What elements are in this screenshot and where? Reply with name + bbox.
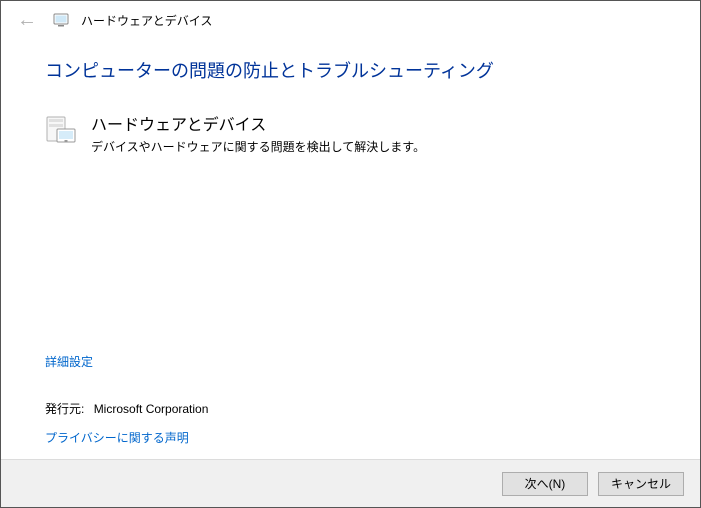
publisher-label: 発行元: bbox=[45, 402, 84, 416]
publisher-name: Microsoft Corporation bbox=[94, 402, 209, 416]
cancel-button[interactable]: キャンセル bbox=[598, 472, 684, 496]
privacy-statement-link[interactable]: プライバシーに関する声明 bbox=[45, 429, 189, 446]
lower-info: 詳細設定 発行元: Microsoft Corporation プライバシーに関… bbox=[45, 353, 208, 447]
troubleshooter-item: ハードウェアとデバイス デバイスやハードウェアに関する問題を検出して解決します。 bbox=[45, 111, 656, 155]
publisher-row: 発行元: Microsoft Corporation bbox=[45, 400, 208, 417]
dialog-title: ハードウェアとデバイス bbox=[81, 12, 212, 29]
troubleshooter-description: デバイスやハードウェアに関する問題を検出して解決します。 bbox=[91, 138, 656, 155]
troubleshooter-title: ハードウェアとデバイス bbox=[91, 111, 656, 135]
advanced-settings-link[interactable]: 詳細設定 bbox=[45, 353, 93, 370]
dialog-header: ← ハードウェアとデバイス bbox=[1, 1, 700, 39]
dialog-footer: 次へ(N) キャンセル bbox=[1, 459, 700, 507]
troubleshoot-icon bbox=[53, 12, 69, 28]
back-arrow-icon: ← bbox=[13, 8, 41, 32]
troubleshooter-text: ハードウェアとデバイス デバイスやハードウェアに関する問題を検出して解決します。 bbox=[91, 111, 656, 155]
section-title: コンピューターの問題の防止とトラブルシューティング bbox=[45, 57, 656, 83]
next-button[interactable]: 次へ(N) bbox=[502, 472, 588, 496]
hardware-device-icon bbox=[45, 113, 77, 145]
content-area: コンピューターの問題の防止とトラブルシューティング ハードウェアとデバイス デバ… bbox=[1, 39, 700, 155]
